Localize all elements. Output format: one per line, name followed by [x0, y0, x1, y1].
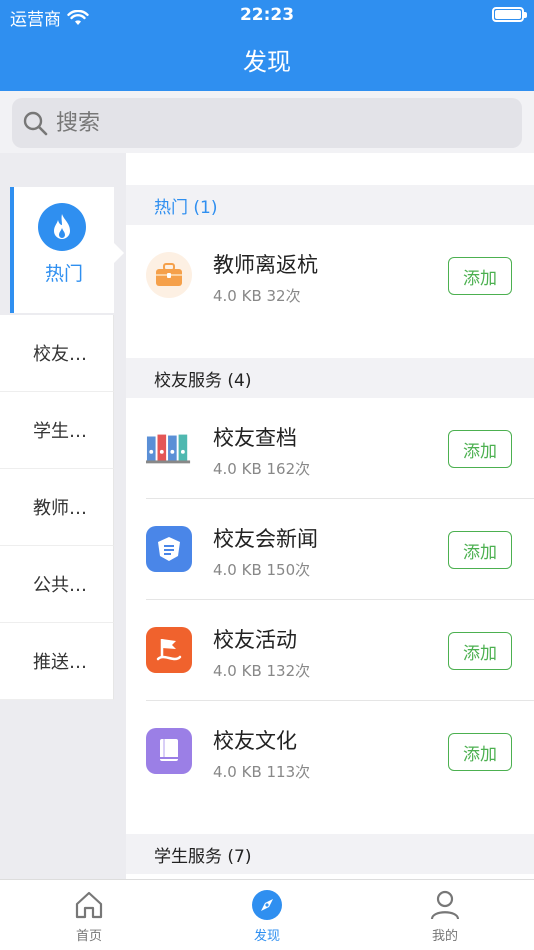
binders-icon — [146, 425, 192, 471]
list-item[interactable]: 校友查档 4.0 KB 162次 添加 — [126, 398, 534, 499]
list-item[interactable]: 教师离返杭 4.0 KB 32次 添加 — [126, 225, 534, 326]
sidebar-item-alumni[interactable]: 校友… — [0, 315, 114, 392]
section-header: 热门 (1) — [126, 185, 534, 225]
tab-discover[interactable]: 发现 — [178, 880, 356, 950]
tab-mine[interactable]: 我的 — [356, 880, 534, 950]
tab-label: 发现 — [253, 929, 280, 944]
add-button[interactable]: 添加 — [448, 257, 512, 295]
item-name: 校友活动 — [213, 628, 297, 652]
sidebar-item-hot[interactable]: 热门 — [10, 187, 124, 313]
item-name: 校友查档 — [213, 426, 297, 450]
sidebar-item-public[interactable]: 公共… — [0, 546, 114, 623]
sidebar-item-teacher[interactable]: 教师… — [0, 469, 114, 546]
list-item[interactable]: 校友文化 4.0 KB 113次 添加 — [126, 701, 534, 802]
flag-icon — [146, 627, 192, 673]
compass-icon — [250, 888, 284, 922]
tab-bar: 首页 发现 我的 — [0, 879, 534, 950]
add-button[interactable]: 添加 — [448, 430, 512, 468]
add-button[interactable]: 添加 — [448, 733, 512, 771]
tab-label: 我的 — [431, 929, 458, 944]
list-item[interactable]: 校友活动 4.0 KB 132次 添加 — [126, 600, 534, 701]
item-name: 校友会新闻 — [213, 527, 318, 551]
home-icon — [72, 888, 106, 922]
app-header: 运营商 22:23 发现 — [0, 0, 534, 91]
sidebar-item-push[interactable]: 推送… — [0, 623, 114, 700]
search-input[interactable] — [56, 110, 486, 136]
briefcase-icon — [146, 252, 192, 298]
person-icon — [428, 888, 462, 922]
add-button[interactable]: 添加 — [448, 632, 512, 670]
search-icon — [23, 111, 48, 136]
item-name: 教师离返杭 — [213, 253, 318, 277]
battery-icon — [492, 7, 527, 22]
book-icon — [146, 728, 192, 774]
sidebar-item-student[interactable]: 学生… — [0, 392, 114, 469]
item-name: 校友文化 — [213, 729, 297, 753]
status-time: 22:23 — [239, 5, 295, 25]
sidebar-item-label: 热门 — [44, 263, 83, 285]
section-header: 校友服务 (4) — [126, 358, 534, 398]
category-sidebar: 热门 校友… 学生… 教师… 公共… 推送… — [0, 153, 126, 879]
section-header: 学生服务 (7) — [126, 834, 534, 874]
list-item[interactable]: 校友会新闻 4.0 KB 150次 添加 — [126, 499, 534, 600]
status-bar: 运营商 22:23 — [0, 0, 534, 30]
search-area — [0, 91, 534, 153]
item-meta: 4.0 KB 32次 — [213, 287, 301, 305]
search-bar[interactable] — [12, 98, 522, 148]
item-meta: 4.0 KB 113次 — [213, 763, 311, 781]
add-button[interactable]: 添加 — [448, 531, 512, 569]
sidebar-list: 校友… 学生… 教师… 公共… 推送… — [0, 315, 114, 700]
fire-icon — [38, 203, 86, 251]
page-title: 发现 — [243, 48, 291, 76]
tab-label: 首页 — [75, 929, 102, 944]
tab-home[interactable]: 首页 — [0, 880, 178, 950]
news-shield-icon — [146, 526, 192, 572]
item-meta: 4.0 KB 150次 — [213, 561, 311, 579]
app-list: 热门 (1) 教师离返杭 4.0 KB 32次 添加 校友服务 (4) 校友查档… — [126, 153, 534, 879]
item-meta: 4.0 KB 162次 — [213, 460, 311, 478]
item-meta: 4.0 KB 132次 — [213, 662, 311, 680]
